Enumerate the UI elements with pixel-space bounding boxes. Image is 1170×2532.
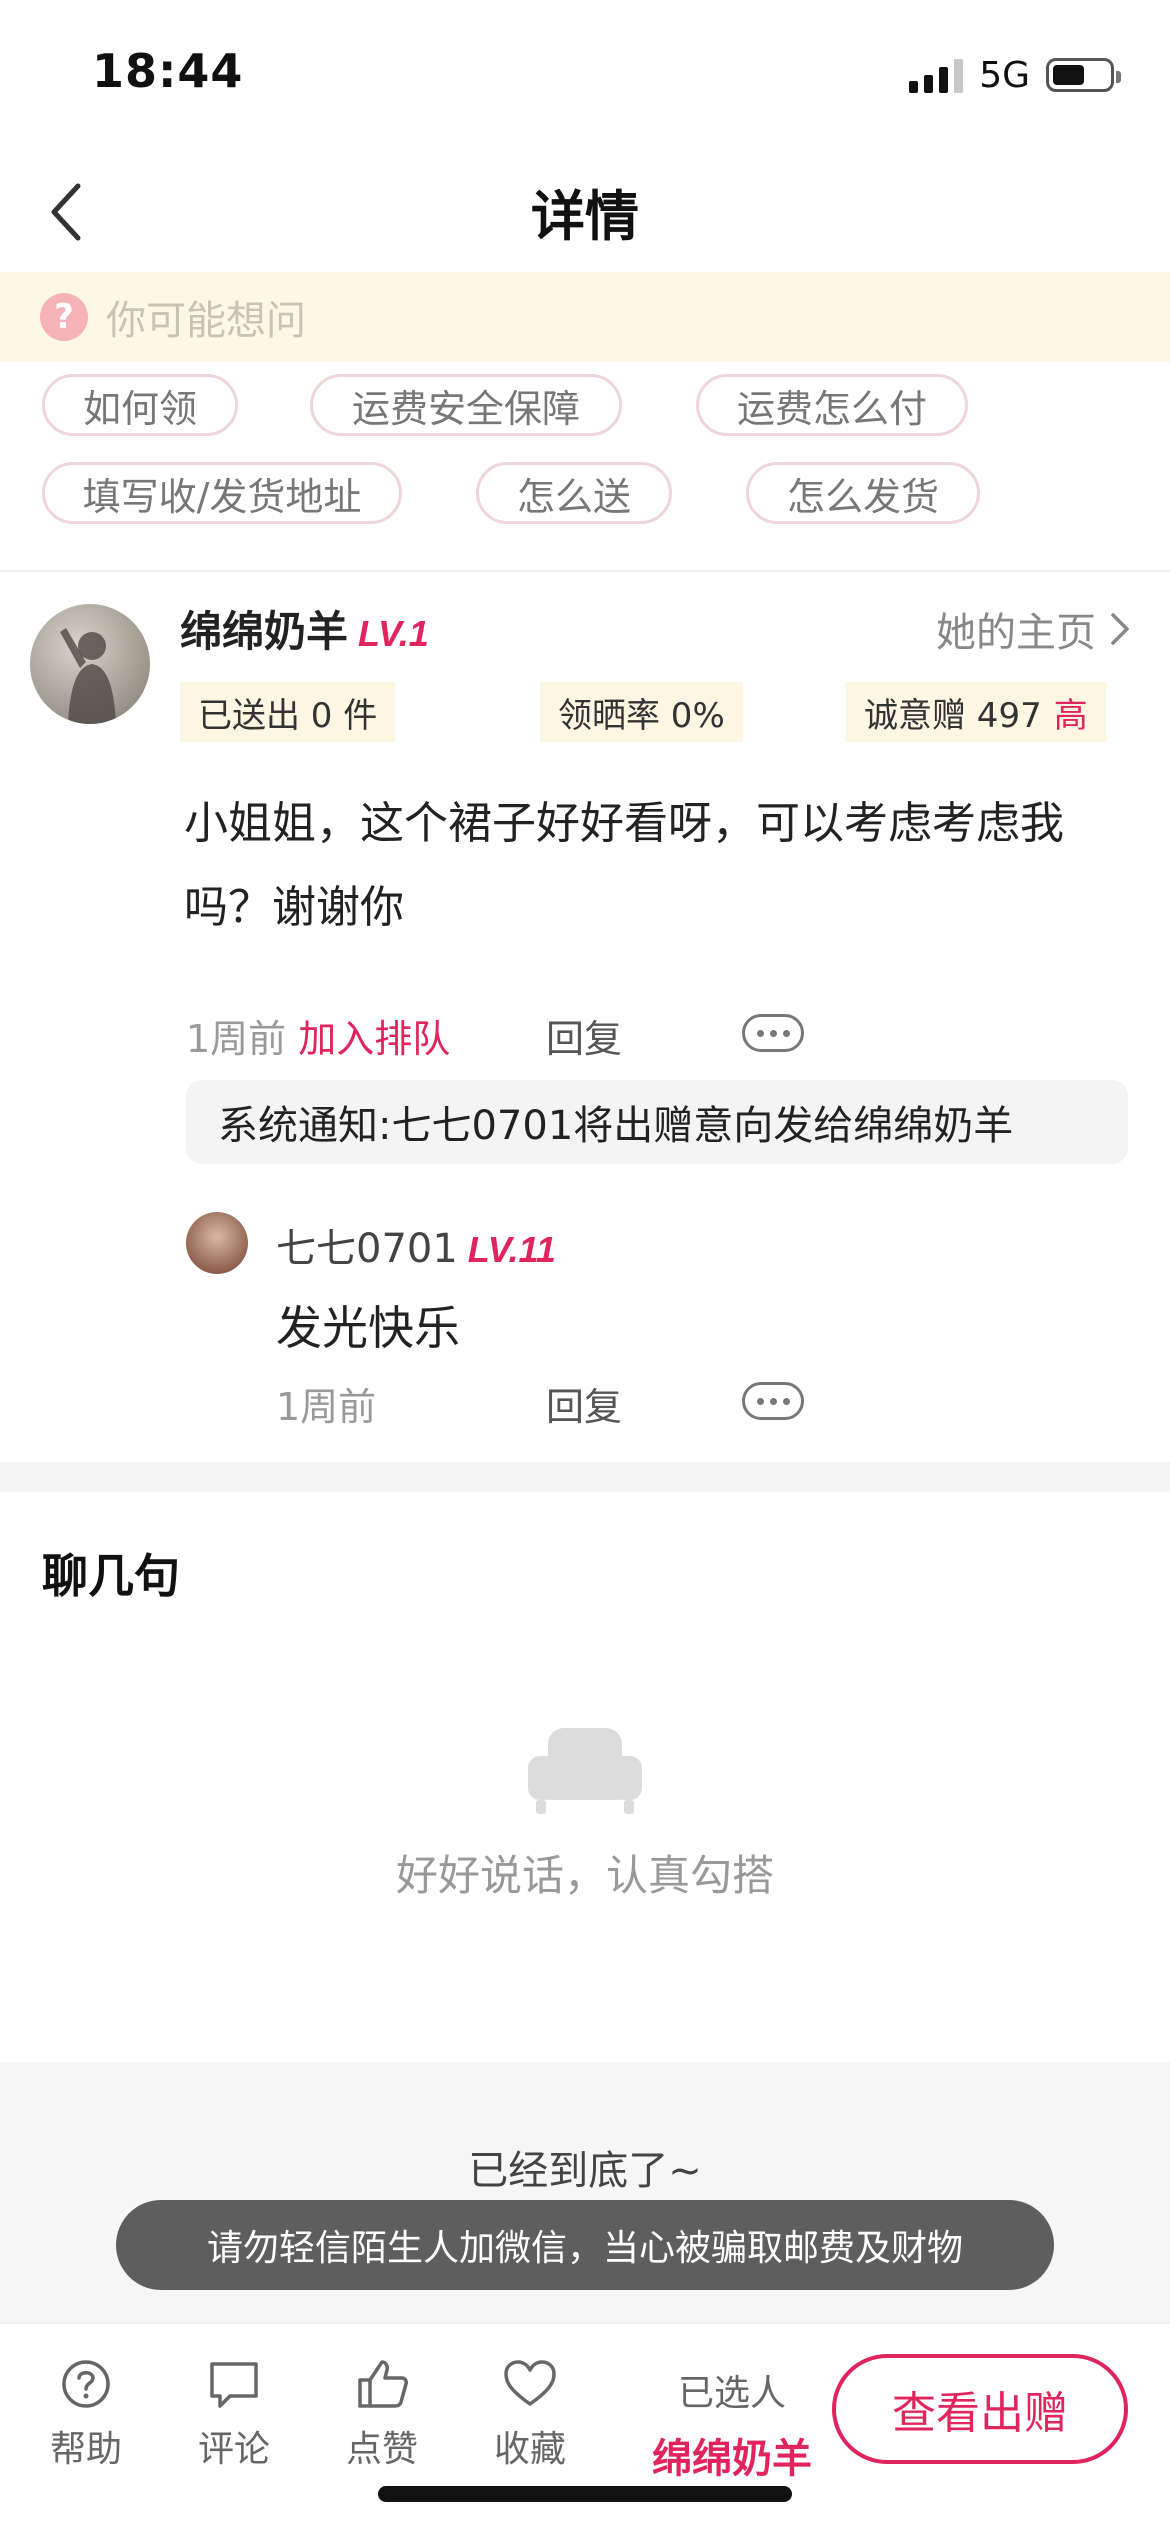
selected-person: 已选人 绵绵奶羊 bbox=[652, 2364, 812, 2484]
stat-sincerity-tag: 高 bbox=[1053, 695, 1088, 736]
stat-sincerity: 诚意赠 497 高 bbox=[846, 682, 1106, 742]
post-content-line: 小姐姐，这个裙子好好看呀，可以考虑考虑我 bbox=[184, 798, 1064, 849]
nav-bar: 详情 bbox=[0, 150, 1170, 270]
comment-icon bbox=[210, 2362, 258, 2408]
system-notice: 系统通知:七七0701将出赠意向发给绵绵奶羊 bbox=[186, 1080, 1128, 1164]
more-icon[interactable] bbox=[742, 1014, 804, 1052]
home-page-label: 她的主页 bbox=[936, 610, 1096, 656]
tab-like-label: 点赞 bbox=[345, 2429, 418, 2470]
chat-section-title: 聊几句 bbox=[42, 1549, 180, 1603]
faq-prompt: 你可能想问 bbox=[106, 298, 306, 344]
faq-chip[interactable]: 如何领 bbox=[42, 374, 238, 436]
thumbs-up-icon bbox=[358, 2360, 408, 2408]
network-label: 5G bbox=[979, 54, 1030, 96]
tab-help-label: 帮助 bbox=[49, 2429, 122, 2470]
heart-icon bbox=[504, 2360, 556, 2406]
faq-chip[interactable]: 填写收/发货地址 bbox=[42, 462, 402, 524]
warning-toast: 请勿轻信陌生人加微信，当心被骗取邮费及财物 bbox=[116, 2200, 1054, 2290]
more-icon[interactable] bbox=[742, 1382, 804, 1420]
end-of-list-text: 已经到底了~ bbox=[468, 2148, 702, 2194]
post-author-name: 绵绵奶羊 bbox=[180, 607, 349, 656]
status-time: 18:44 bbox=[92, 44, 244, 98]
home-page-link[interactable]: 她的主页 bbox=[936, 600, 1130, 658]
post-time: 1周前 bbox=[186, 1017, 287, 1061]
stat-rate: 领晒率 0% bbox=[540, 682, 743, 742]
tab-comment-label: 评论 bbox=[197, 2429, 270, 2470]
tab-favorite-label: 收藏 bbox=[493, 2429, 566, 2470]
faq-banner: ? 你可能想问 bbox=[0, 272, 1170, 362]
sofa-icon bbox=[528, 1728, 642, 1814]
comment-reply-button[interactable]: 回复 bbox=[546, 1376, 622, 1431]
post-content-line: 吗？谢谢你 bbox=[184, 882, 404, 933]
selected-label: 已选人 bbox=[677, 2373, 786, 2414]
home-indicator bbox=[378, 2486, 792, 2502]
divider bbox=[0, 570, 1170, 572]
chevron-right-icon bbox=[1111, 613, 1129, 645]
level-badge: LV.11 bbox=[467, 1229, 556, 1270]
status-bar: 18:44 5G bbox=[0, 0, 1170, 150]
tab-comment[interactable]: 评论 bbox=[174, 2354, 294, 2472]
stat-sincerity-value: 诚意赠 497 bbox=[864, 695, 1042, 736]
faq-chip[interactable]: 怎么送 bbox=[476, 462, 672, 524]
status-indicators: 5G bbox=[909, 52, 1121, 98]
post-author[interactable]: 绵绵奶羊 LV.1 bbox=[180, 598, 429, 659]
page-title: 详情 bbox=[531, 185, 639, 248]
faq-chip[interactable]: 运费怎么付 bbox=[696, 374, 968, 436]
stat-sent: 已送出 0 件 bbox=[180, 682, 396, 742]
tab-favorite[interactable]: 收藏 bbox=[470, 2354, 590, 2472]
section-divider bbox=[0, 1462, 1170, 1492]
faq-chip[interactable]: 运费安全保障 bbox=[310, 374, 622, 436]
avatar[interactable] bbox=[30, 604, 150, 724]
comment-time: 1周前 bbox=[276, 1385, 377, 1429]
join-queue-link[interactable]: 加入排队 bbox=[298, 1017, 450, 1061]
tab-help[interactable]: 帮助 bbox=[26, 2354, 146, 2472]
post-meta: 1周前 加入排队 bbox=[186, 1008, 450, 1063]
battery-icon bbox=[1046, 58, 1121, 92]
chat-empty-text: 好好说话，认真勾搭 bbox=[395, 1851, 774, 1900]
comment-text: 发光快乐 bbox=[276, 1301, 460, 1355]
reply-button[interactable]: 回复 bbox=[546, 1008, 622, 1063]
comment-avatar[interactable] bbox=[186, 1212, 248, 1274]
help-icon bbox=[62, 2360, 110, 2408]
level-badge: LV.1 bbox=[358, 613, 429, 654]
question-icon: ? bbox=[40, 293, 88, 341]
post-content: 小姐姐，这个裙子好好看呀，可以考虑考虑我 吗？谢谢你 bbox=[184, 782, 1124, 950]
view-gift-button[interactable]: 查看出赠 bbox=[832, 2354, 1128, 2464]
faq-chip[interactable]: 怎么发货 bbox=[746, 462, 980, 524]
tab-like[interactable]: 点赞 bbox=[322, 2354, 442, 2472]
comment-author-name: 七七0701 bbox=[276, 1226, 458, 1272]
signal-icon bbox=[909, 57, 964, 93]
selected-name: 绵绵奶羊 bbox=[652, 2436, 812, 2482]
avatar-silhouette-icon bbox=[60, 628, 116, 724]
comment-author[interactable]: 七七0701 LV.11 bbox=[276, 1216, 556, 1274]
